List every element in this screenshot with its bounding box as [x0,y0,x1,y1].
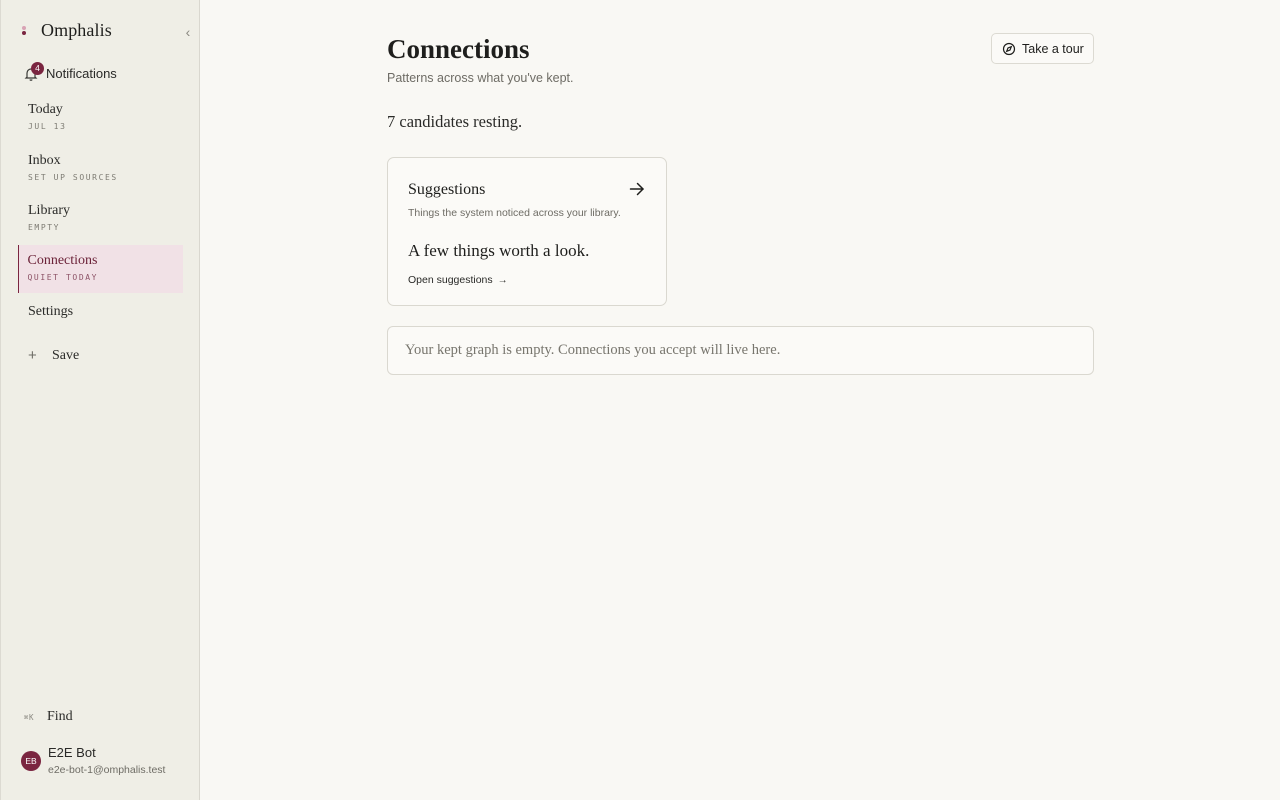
find-button[interactable]: ⌘K Find [24,709,73,725]
plus-icon: + [28,347,37,364]
suggestions-card-headline: A few things worth a look. [408,241,590,260]
page-subtitle: Patterns across what you've kept. [387,71,574,85]
user-email: e2e-bot-1@omphalis.test [48,764,166,776]
sidebar-item-label: Connections [27,253,98,268]
app-name: Omphalis [41,20,112,40]
take-a-tour-button[interactable]: Take a tour [991,33,1094,64]
chevron-left-icon: ‹ [185,24,191,40]
find-shortcut: ⌘K [24,712,35,722]
notification-count-badge: 4 [31,62,44,75]
sidebar-item-sublabel: EMPTY [28,223,61,232]
suggestions-card[interactable]: Suggestions Things the system noticed ac… [387,157,667,306]
sidebar-item-sublabel: QUIET TODAY [27,273,99,282]
sidebar-item-settings[interactable]: Settings [18,296,183,344]
kept-graph-empty-text: Your kept graph is empty. Connections yo… [405,342,781,358]
find-label: Find [47,709,73,724]
sidebar-item-label: Today [28,102,63,117]
open-suggestions-link[interactable]: Open suggestions → [408,274,508,286]
user-name: E2E Bot [48,745,96,760]
sidebar-item-connections[interactable]: Connections QUIET TODAY [18,245,183,293]
take-a-tour-label: Take a tour [1022,41,1084,56]
save-button[interactable]: + Save [28,346,79,366]
brand[interactable]: Omphalis [19,20,112,41]
suggestions-card-description: Things the system noticed across your li… [408,207,621,219]
sidebar-item-label: Settings [28,304,74,319]
notifications-item[interactable]: 4 Notifications [23,62,117,82]
page-title: Connections [387,34,530,64]
logo-icon [19,21,29,41]
suggestions-card-title: Suggestions [408,181,486,198]
sidebar-item-today[interactable]: Today JUL 13 [18,94,183,142]
notifications-label: Notifications [46,65,117,81]
sidebar-item-label: Library [28,203,70,218]
arrow-right-icon: → [497,274,508,286]
sidebar-item-library[interactable]: Library EMPTY [18,195,183,243]
user-menu[interactable]: EB E2E Bot e2e-bot-1@omphalis.test [21,744,165,778]
kept-graph-empty-state: Your kept graph is empty. Connections yo… [387,326,1094,375]
collapse-sidebar-button[interactable]: ‹ [181,24,195,40]
compass-icon [1002,42,1016,56]
open-suggestions-label: Open suggestions [408,274,493,286]
sidebar-item-inbox[interactable]: Inbox SET UP SOURCES [18,145,183,193]
arrow-right-icon [628,180,646,198]
bell-icon: 4 [23,62,44,82]
sidebar-item-sublabel: SET UP SOURCES [28,173,118,182]
save-label: Save [52,348,80,363]
sidebar-item-sublabel: JUL 13 [28,122,67,131]
candidates-resting-text: 7 candidates resting. [387,112,523,131]
sidebar-item-label: Inbox [28,153,61,168]
avatar: EB [21,751,41,771]
sidebar: Omphalis ‹ 4 Notifications Today JUL 13 … [0,0,200,800]
